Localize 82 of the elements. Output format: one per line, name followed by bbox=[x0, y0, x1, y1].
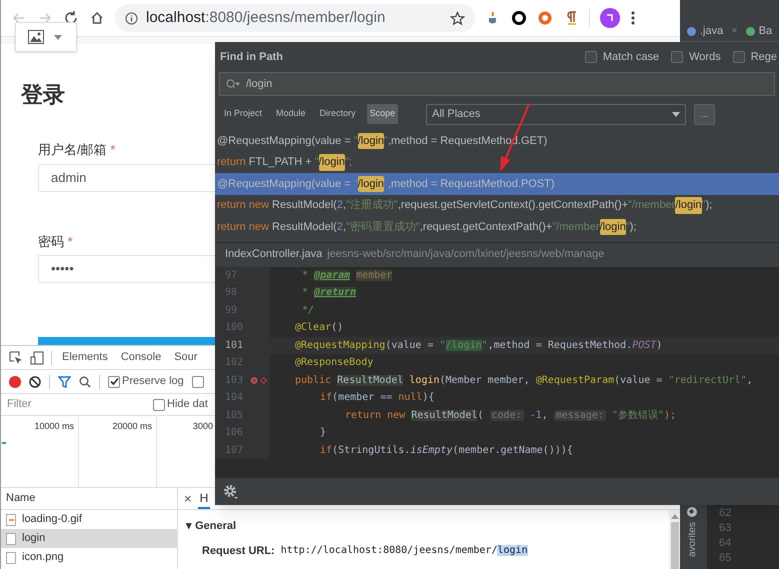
section-header[interactable]: ▾ General bbox=[186, 518, 669, 534]
line-number: 63 bbox=[719, 521, 732, 536]
line-number: 101 bbox=[225, 338, 244, 353]
scope-tab[interactable]: Directory bbox=[316, 104, 359, 124]
timeline-tick: 10000 ms bbox=[34, 420, 74, 433]
file-icon bbox=[746, 27, 755, 36]
caret-icon bbox=[672, 112, 680, 116]
breakpoint-icon[interactable] bbox=[251, 374, 270, 386]
search-icon[interactable] bbox=[79, 376, 91, 388]
editor-tab[interactable]: Ba bbox=[746, 23, 772, 40]
url-text: localhost:8080/jeesns/member/login bbox=[146, 8, 386, 28]
image-dropdown[interactable] bbox=[15, 22, 77, 52]
home-icon[interactable] bbox=[89, 10, 105, 26]
code-line: public ResultModel login(Member member, @RequestParam(value = "redirectUrl", bbox=[294, 374, 753, 388]
inspect-icon[interactable] bbox=[9, 350, 23, 364]
menu-icon[interactable] bbox=[630, 10, 636, 26]
search-field[interactable]: /login bbox=[219, 72, 775, 96]
devtools-tab[interactable]: Sour bbox=[171, 349, 200, 366]
scope-dropdown[interactable]: All Places bbox=[426, 104, 686, 124]
code-line: @RequestMapping(value = "/login",method = RequestMethod.POST) bbox=[294, 338, 662, 353]
timeline-tick: 3000 bbox=[193, 420, 214, 433]
request-row[interactable]: icon.png bbox=[1, 548, 177, 567]
scope-tab[interactable]: In Project bbox=[221, 104, 266, 124]
clear-icon[interactable] bbox=[29, 376, 41, 388]
filter-icon[interactable] bbox=[58, 376, 71, 388]
devtools-tab[interactable]: Console bbox=[118, 349, 164, 366]
option-label: Match case bbox=[602, 50, 660, 65]
result-row[interactable]: return new ResultModel(2,"注册成功",request.getServletContext().getContextPath()+"/member/login"); bbox=[215, 194, 779, 216]
line-number: 62 bbox=[719, 506, 732, 521]
code-line: */ bbox=[301, 304, 314, 318]
code-line: } bbox=[319, 426, 326, 440]
checkbox[interactable] bbox=[108, 376, 120, 388]
request-row[interactable]: loading-0.gif bbox=[1, 510, 177, 529]
devtools-tab[interactable]: Elements bbox=[59, 349, 111, 366]
option-label: Words bbox=[689, 50, 721, 65]
field-label: 密码 * bbox=[38, 232, 73, 250]
checkbox[interactable] bbox=[732, 51, 745, 63]
scope-tab[interactable]: Module bbox=[273, 104, 309, 124]
editor-tab[interactable]: .java × bbox=[687, 23, 738, 40]
column-header: Name bbox=[1, 488, 177, 510]
code-line: if(StringUtils.isEmpty(member.getName())){ bbox=[319, 444, 573, 458]
timeline-tick: 20000 ms bbox=[112, 420, 152, 433]
code-line: * @return bbox=[301, 286, 356, 300]
page-title: 登录 bbox=[21, 84, 65, 106]
file-icon bbox=[6, 532, 16, 544]
search-icon bbox=[226, 78, 240, 90]
close-button[interactable]: × bbox=[184, 488, 192, 508]
popup-title: Find in Path bbox=[220, 50, 283, 65]
record-icon[interactable] bbox=[9, 376, 21, 388]
file-icon bbox=[6, 552, 16, 564]
request-row[interactable]: login bbox=[1, 529, 177, 548]
scope-tab[interactable]: Scope bbox=[366, 104, 398, 124]
checkbox[interactable] bbox=[671, 51, 684, 63]
field-label: 用户名/邮箱 * bbox=[38, 141, 116, 159]
star-icon[interactable] bbox=[450, 10, 465, 26]
detail-tab[interactable]: H bbox=[198, 488, 210, 508]
file-icon bbox=[687, 27, 696, 36]
code-line: @Clear() bbox=[294, 321, 344, 336]
file-icon bbox=[6, 514, 16, 526]
field-label: Request URL: bbox=[202, 544, 275, 558]
device-icon[interactable] bbox=[30, 350, 44, 364]
info-icon[interactable] bbox=[125, 12, 138, 24]
option-label: Rege bbox=[750, 50, 777, 65]
checkbox[interactable] bbox=[584, 51, 597, 63]
code-line: return new ResultModel( code: -1, message: "参数错误"); bbox=[344, 408, 676, 423]
address-bar[interactable]: localhost:8080/jeesns/member/login bbox=[115, 4, 475, 32]
code-line: @ResponseBody bbox=[294, 356, 374, 370]
scrollbar[interactable] bbox=[669, 510, 680, 569]
line-number: 65 bbox=[719, 551, 732, 566]
checkbox-label: Hide dat bbox=[167, 397, 208, 412]
checkbox[interactable] bbox=[192, 376, 204, 388]
request-url: http://localhost:8080/jeesns/member/login bbox=[280, 544, 528, 558]
more-button[interactable]: ... bbox=[694, 104, 716, 124]
avatar-icon[interactable] bbox=[600, 8, 620, 28]
line-number: 64 bbox=[719, 536, 732, 551]
checkbox[interactable] bbox=[153, 398, 165, 410]
lifebuoy-icon[interactable] bbox=[537, 10, 553, 26]
image-icon bbox=[28, 30, 44, 44]
ring-icon[interactable] bbox=[511, 10, 527, 26]
checkbox-label: Preserve log bbox=[122, 374, 184, 390]
code-line: if(member == null){ bbox=[319, 391, 434, 406]
settings-icon[interactable] bbox=[223, 484, 239, 500]
